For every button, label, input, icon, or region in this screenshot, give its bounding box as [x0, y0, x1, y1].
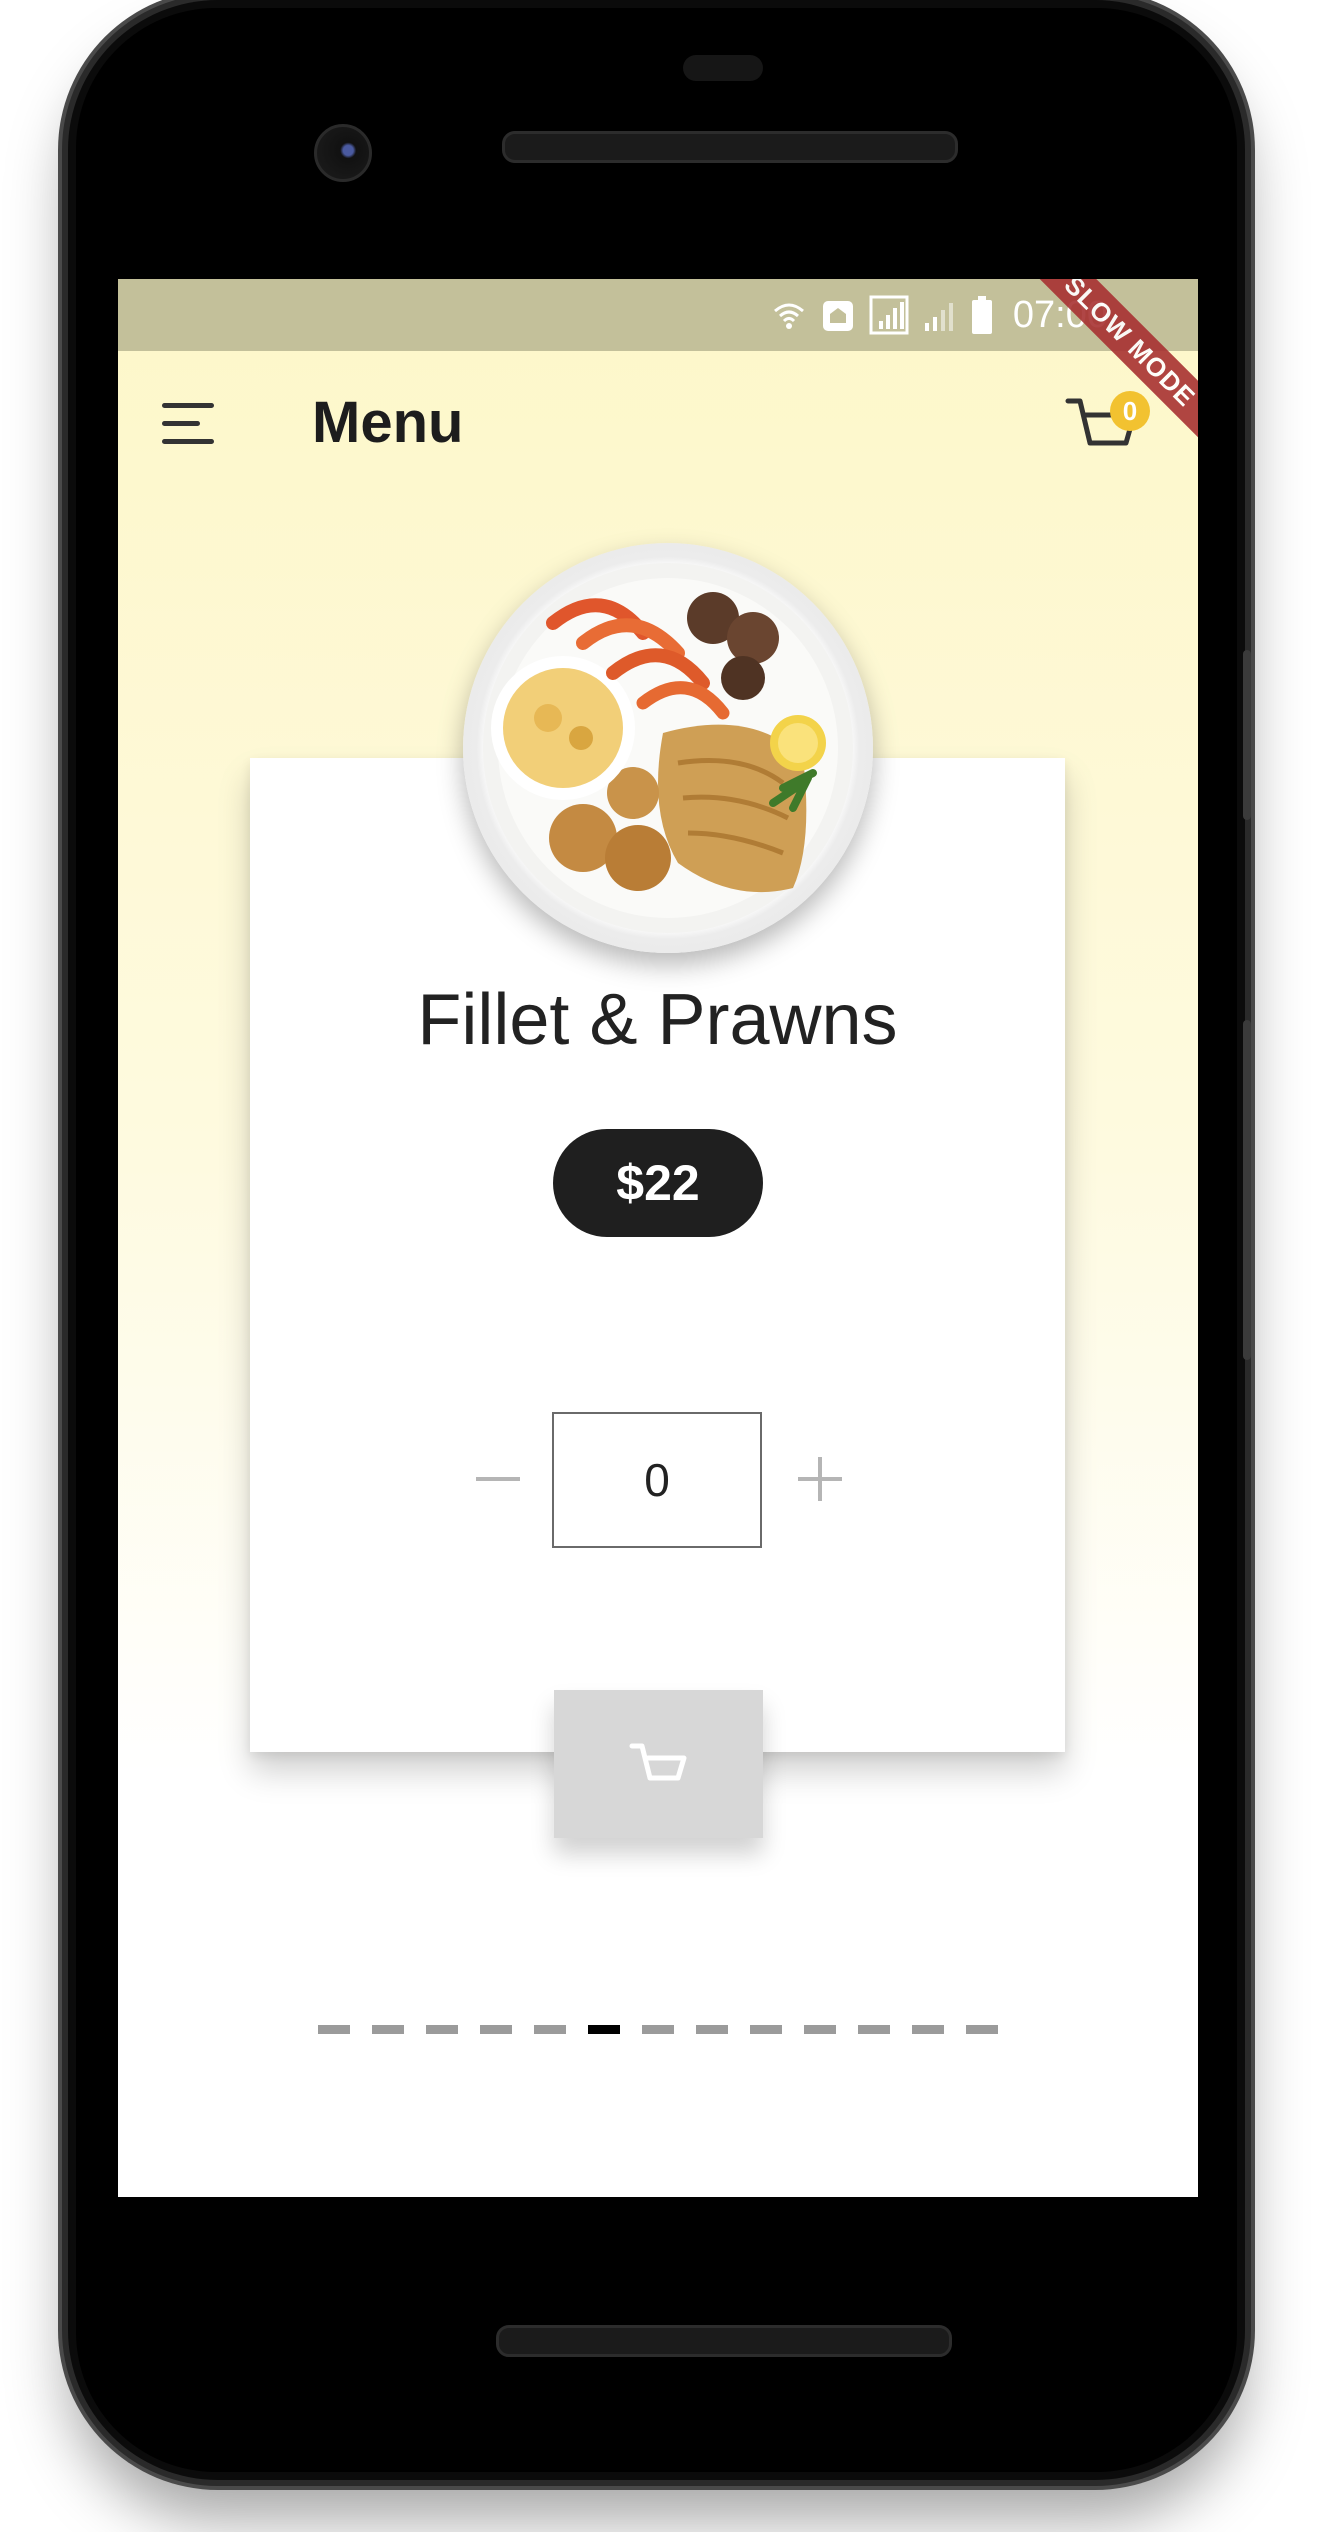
page-dot[interactable]: [696, 2025, 728, 2034]
page-dot[interactable]: [966, 2025, 998, 2034]
page-dot[interactable]: [480, 2025, 512, 2034]
page-dot[interactable]: [426, 2025, 458, 2034]
status-icons: 07:00: [771, 293, 1108, 337]
page-dot[interactable]: [858, 2025, 890, 2034]
quantity-field[interactable]: 0: [552, 1412, 762, 1548]
page-dot[interactable]: [318, 2025, 350, 2034]
hamburger-menu-icon[interactable]: [162, 401, 218, 447]
power-button: [1243, 650, 1251, 820]
price-badge: $22: [553, 1129, 763, 1237]
product-name: Fillet & Prawns: [417, 980, 898, 1060]
minus-icon[interactable]: [458, 1439, 538, 1519]
page-dot[interactable]: [750, 2025, 782, 2034]
earpiece-slot: [683, 55, 763, 81]
page-dot[interactable]: [372, 2025, 404, 2034]
cart-count-badge: 0: [1110, 391, 1150, 431]
add-to-cart-button[interactable]: [554, 1690, 763, 1838]
add-cart-icon: [629, 1743, 687, 1781]
status-bar: 07:00 SLOW MODE: [118, 279, 1198, 448]
page-dot[interactable]: [534, 2025, 566, 2034]
seafood-plate-image: [463, 543, 873, 953]
page-dot[interactable]: [588, 2025, 620, 2034]
signal-weak-icon: [924, 303, 953, 331]
page-dot[interactable]: [804, 2025, 836, 2034]
bottom-speaker: [496, 2325, 952, 2357]
front-camera-icon: [314, 124, 372, 182]
volume-button: [1243, 1020, 1251, 1360]
wifi-icon: [773, 303, 804, 329]
home-notification-icon: [822, 301, 853, 331]
top-speaker: [502, 131, 958, 163]
signal-icon: [869, 295, 909, 335]
app-bar: Menu 0: [118, 351, 1198, 499]
app-screen: 07:00 SLOW MODE Menu 0 Fillet & Prawns $…: [118, 279, 1198, 2197]
page-title: Menu: [312, 390, 464, 455]
page-dot[interactable]: [642, 2025, 674, 2034]
page-dot[interactable]: [912, 2025, 944, 2034]
plus-icon[interactable]: [780, 1439, 860, 1519]
page-indicator: [318, 2025, 998, 2039]
battery-icon: [971, 296, 992, 334]
